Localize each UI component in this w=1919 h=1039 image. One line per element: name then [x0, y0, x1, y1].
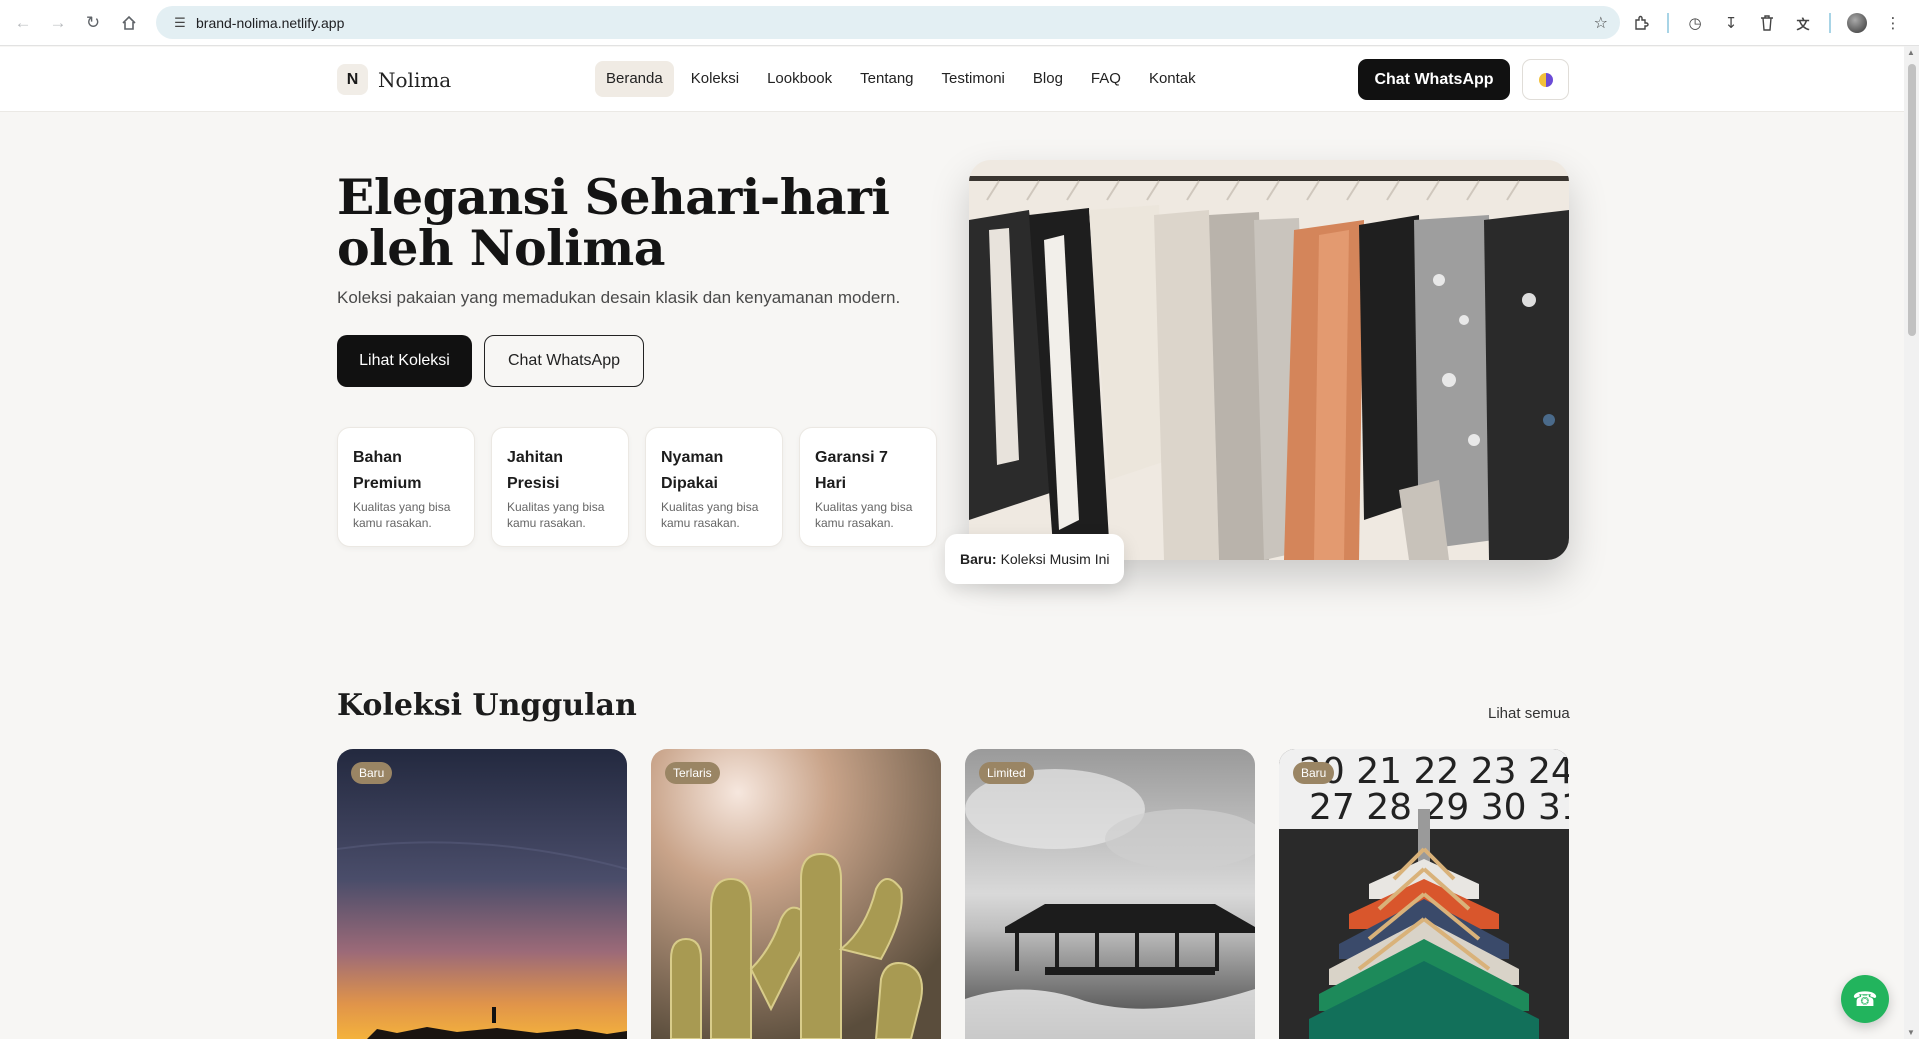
extensions-icon[interactable] — [1623, 5, 1659, 41]
product-image-shirts: 20 21 22 23 24 27 28 29 30 31 — [1279, 749, 1569, 1039]
hero-title: Elegansi Sehari-hari oleh Nolima — [337, 168, 890, 277]
hero-whatsapp-button[interactable]: Chat WhatsApp — [484, 335, 644, 387]
feature-desc: Kualitas yang bisa kamu rasakan. — [507, 500, 605, 530]
product-tag: Terlaris — [665, 762, 720, 784]
main-nav: Beranda Koleksi Lookbook Tentang Testimo… — [595, 61, 1213, 97]
calendar-row-top: 20 21 22 23 24 — [1299, 751, 1569, 792]
toolbar-divider — [1667, 13, 1669, 33]
feature-card: Bahan Premium Kualitas yang bisa kamu ra… — [337, 427, 475, 547]
feature-title: Bahan Premium — [353, 449, 422, 492]
address-bar[interactable]: ☰ brand-nolima.netlify.app ☆ — [156, 6, 1620, 39]
header-whatsapp-button[interactable]: Chat WhatsApp — [1358, 59, 1510, 100]
toolbar-divider — [1829, 13, 1831, 33]
history-icon[interactable]: ◷ — [1677, 5, 1713, 41]
product-image-pier — [965, 749, 1255, 1039]
badge-label: Baru: — [960, 551, 997, 567]
feature-desc: Kualitas yang bisa kamu rasakan. — [353, 500, 451, 530]
nav-kontak[interactable]: Kontak — [1138, 61, 1207, 97]
forward-icon[interactable]: → — [41, 6, 75, 40]
hero-subtitle: Koleksi pakaian yang memadukan desain kl… — [337, 288, 901, 307]
page-scrollbar[interactable]: ▲ ▼ — [1904, 46, 1919, 1039]
nav-tentang[interactable]: Tentang — [849, 61, 924, 97]
feature-card: Nyaman Dipakai Kualitas yang bisa kamu r… — [645, 427, 783, 547]
feature-card: Garansi 7 Hari Kualitas yang bisa kamu r… — [799, 427, 937, 547]
nav-beranda[interactable]: Beranda — [595, 61, 674, 97]
product-image-cactus — [651, 749, 941, 1039]
nav-blog[interactable]: Blog — [1022, 61, 1074, 97]
product-tag: Baru — [351, 762, 393, 784]
translate-icon[interactable]: 文 — [1785, 5, 1821, 41]
new-collection-badge: Baru: Koleksi Musim Ini — [945, 534, 1125, 584]
theme-toggle-icon — [1538, 72, 1553, 87]
product-grid: Baru Terlaris Limited 20 21 22 23 24 27 … — [337, 749, 1569, 1039]
feature-title: Garansi 7 Hari — [815, 449, 888, 492]
product-tag: Limited — [979, 762, 1034, 784]
trash-icon[interactable] — [1749, 5, 1785, 41]
floating-whatsapp-button[interactable]: ☎ — [1841, 975, 1889, 1023]
hero-image-clothing-rack — [969, 160, 1569, 560]
view-collection-button[interactable]: Lihat Koleksi — [337, 335, 472, 387]
feature-list: Bahan Premium Kualitas yang bisa kamu ra… — [337, 427, 953, 547]
product-card[interactable]: 20 21 22 23 24 27 28 29 30 31 Baru — [1279, 749, 1569, 1039]
nav-faq[interactable]: FAQ — [1080, 61, 1132, 97]
more-icon[interactable]: ⋮ — [1875, 5, 1911, 41]
nav-testimoni[interactable]: Testimoni — [931, 61, 1016, 97]
brand-mark: N — [337, 64, 368, 95]
brand-name: Nolima — [378, 67, 452, 92]
product-card[interactable]: Baru — [337, 749, 627, 1039]
profile-avatar[interactable] — [1839, 5, 1875, 41]
badge-text: Koleksi Musim Ini — [1000, 551, 1110, 567]
site-info-icon[interactable]: ☰ — [164, 15, 196, 31]
home-icon[interactable] — [112, 6, 146, 40]
browser-toolbar: ← → ↻ ☰ brand-nolima.netlify.app ☆ ◷ ↧ 文… — [0, 0, 1919, 46]
brand-logo[interactable]: N Nolima — [337, 64, 451, 95]
product-card[interactable]: Limited — [965, 749, 1255, 1039]
product-card[interactable]: Terlaris — [651, 749, 941, 1039]
feature-title: Nyaman Dipakai — [661, 449, 724, 492]
site-header: N Nolima Beranda Koleksi Lookbook Tentan… — [0, 47, 1904, 112]
download-icon[interactable]: ↧ — [1713, 5, 1749, 41]
nav-lookbook[interactable]: Lookbook — [756, 61, 843, 97]
bookmark-star-icon[interactable]: ☆ — [1594, 13, 1608, 33]
feature-title: Jahitan Presisi — [507, 449, 564, 492]
feature-card: Jahitan Presisi Kualitas yang bisa kamu … — [491, 427, 629, 547]
feature-desc: Kualitas yang bisa kamu rasakan. — [815, 500, 913, 530]
theme-toggle-button[interactable] — [1522, 59, 1569, 100]
calendar-row-bottom: 27 28 29 30 31 — [1309, 787, 1569, 828]
reload-icon[interactable]: ↻ — [76, 6, 110, 40]
scrollbar-thumb[interactable] — [1908, 64, 1916, 336]
scroll-down-icon[interactable]: ▼ — [1907, 1028, 1915, 1037]
product-image-sunset — [337, 749, 627, 1039]
see-all-link[interactable]: Lihat semua — [1488, 705, 1570, 722]
featured-section-title: Koleksi Unggulan — [337, 688, 637, 723]
feature-desc: Kualitas yang bisa kamu rasakan. — [661, 500, 759, 530]
scroll-up-icon[interactable]: ▲ — [1907, 48, 1915, 57]
nav-koleksi[interactable]: Koleksi — [680, 61, 750, 97]
back-icon[interactable]: ← — [6, 6, 40, 40]
product-tag: Baru — [1293, 762, 1335, 784]
url-text: brand-nolima.netlify.app — [196, 14, 345, 31]
phone-icon: ☎ — [1852, 988, 1878, 1011]
